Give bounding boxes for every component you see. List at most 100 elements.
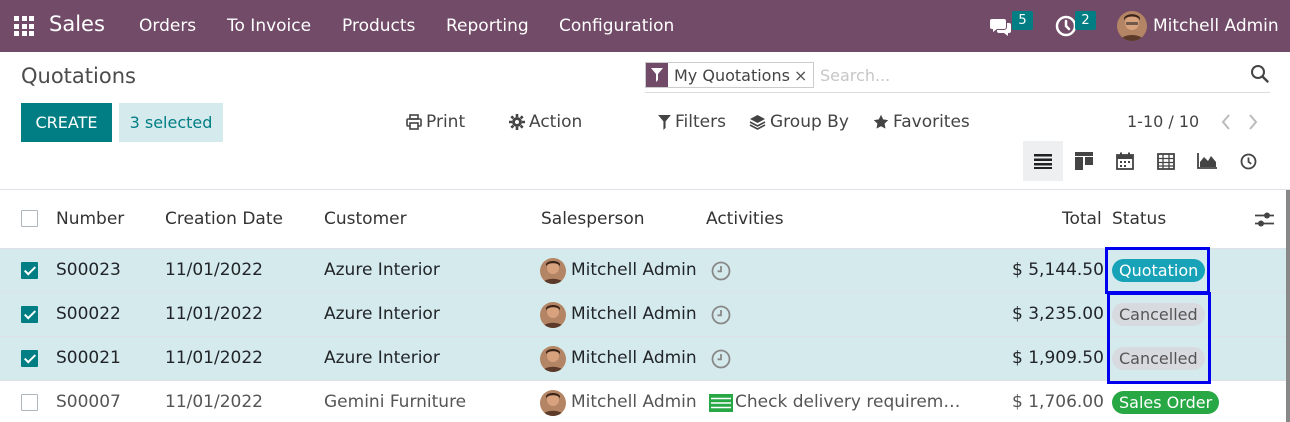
- header-total[interactable]: Total: [1062, 209, 1102, 229]
- cell-salesperson: Mitchell Admin: [571, 348, 697, 368]
- salesperson-avatar: [540, 302, 566, 328]
- print-icon: [406, 114, 422, 130]
- search-input[interactable]: [820, 63, 1240, 87]
- facet-label: My Quotations: [674, 65, 790, 85]
- menu-products[interactable]: Products: [342, 16, 415, 36]
- table-row[interactable]: S00007 11/01/2022 Gemini Furniture Mitch…: [0, 381, 1286, 422]
- favorites-button[interactable]: Favorites: [873, 111, 970, 133]
- search-facet: My Quotations ×: [645, 62, 815, 88]
- layers-icon: [749, 115, 766, 130]
- cell-activity[interactable]: Check delivery requirem…: [735, 392, 960, 412]
- user-avatar[interactable]: [1117, 11, 1147, 41]
- cell-total: $ 5,144.50: [1012, 260, 1104, 280]
- table-row[interactable]: S00022 11/01/2022 Azure Interior Mitchel…: [0, 293, 1286, 337]
- kanban-view-icon: [1075, 152, 1093, 170]
- app-name[interactable]: Sales: [49, 12, 105, 36]
- activity-view-button[interactable]: [1228, 141, 1268, 181]
- status-badge: Sales Order: [1112, 391, 1220, 414]
- activity-todo-icon[interactable]: [709, 393, 733, 413]
- cell-number: S00022: [56, 304, 121, 324]
- salesperson-avatar: [540, 258, 566, 284]
- star-icon: [873, 114, 889, 129]
- activity-clock-icon[interactable]: [711, 305, 731, 325]
- cell-date: 11/01/2022: [165, 348, 263, 368]
- optional-columns-icon[interactable]: [1255, 211, 1274, 228]
- header-customer[interactable]: Customer: [324, 209, 407, 229]
- page-title: Quotations: [21, 64, 136, 88]
- favorites-label: Favorites: [893, 112, 970, 132]
- cell-customer: Azure Interior: [324, 348, 440, 368]
- header-creation-date[interactable]: Creation Date: [165, 209, 283, 229]
- search-icon[interactable]: [1250, 64, 1270, 84]
- menu-orders[interactable]: Orders: [139, 16, 196, 36]
- clock-icon: [1240, 153, 1256, 169]
- header-salesperson[interactable]: Salesperson: [541, 209, 645, 229]
- action-label: Action: [529, 112, 583, 132]
- table-header: Number Creation Date Customer Salesperso…: [0, 190, 1286, 249]
- user-name[interactable]: Mitchell Admin: [1153, 16, 1279, 36]
- apps-menu-icon[interactable]: [14, 16, 34, 36]
- selected-count[interactable]: 3 selected: [119, 103, 223, 142]
- cell-number: S00021: [56, 348, 121, 368]
- filter-icon: [658, 114, 671, 130]
- menu-to-invoice[interactable]: To Invoice: [227, 16, 311, 36]
- cell-salesperson: Mitchell Admin: [571, 260, 697, 280]
- row-checkbox[interactable]: [21, 350, 38, 367]
- group-by-label: Group By: [770, 112, 849, 132]
- cell-total: $ 1,909.50: [1012, 348, 1104, 368]
- print-label: Print: [426, 112, 466, 132]
- cell-date: 11/01/2022: [165, 260, 263, 280]
- chevron-left-icon[interactable]: [1219, 112, 1233, 132]
- action-button[interactable]: Action: [509, 111, 582, 133]
- row-checkbox[interactable]: [21, 262, 38, 279]
- filters-button[interactable]: Filters: [658, 111, 726, 133]
- chevron-right-icon[interactable]: [1246, 112, 1260, 132]
- row-checkbox[interactable]: [21, 394, 38, 411]
- cell-customer: Azure Interior: [324, 304, 440, 324]
- list-view-button[interactable]: [1023, 141, 1063, 181]
- cell-number: S00007: [56, 392, 121, 412]
- pager-value[interactable]: 1-10 / 10: [1127, 112, 1199, 131]
- cell-total: $ 1,706.00: [1012, 392, 1104, 412]
- calendar-view-button[interactable]: [1105, 141, 1145, 181]
- select-all-checkbox[interactable]: [21, 210, 38, 227]
- menu-reporting[interactable]: Reporting: [446, 16, 529, 36]
- cell-number: S00023: [56, 260, 121, 280]
- filter-icon: [646, 63, 668, 87]
- table-grid-icon: [1157, 152, 1175, 170]
- activity-clock-icon[interactable]: [711, 261, 731, 281]
- list-view-icon: [1034, 154, 1052, 169]
- cell-total: $ 3,235.00: [1012, 304, 1104, 324]
- gear-icon: [509, 114, 525, 130]
- cell-date: 11/01/2022: [165, 304, 263, 324]
- highlight-box-quotation: [1105, 247, 1210, 294]
- cell-salesperson: Mitchell Admin: [571, 304, 697, 324]
- group-by-button[interactable]: Group By: [749, 111, 849, 133]
- header-activities[interactable]: Activities: [706, 209, 784, 229]
- top-navbar: Sales Orders To Invoice Products Reporti…: [0, 0, 1290, 52]
- filters-label: Filters: [675, 112, 726, 132]
- highlight-box-cancelled: [1107, 292, 1211, 384]
- row-checkbox[interactable]: [21, 306, 38, 323]
- header-status[interactable]: Status: [1112, 209, 1166, 229]
- scrollbar[interactable]: [1286, 190, 1290, 422]
- table-row[interactable]: S00023 11/01/2022 Azure Interior Mitchel…: [0, 249, 1286, 293]
- search-underline: [645, 92, 1270, 93]
- facet-remove-icon[interactable]: ×: [794, 66, 813, 85]
- salesperson-avatar: [540, 390, 566, 416]
- calendar-view-icon: [1116, 152, 1134, 170]
- menu-configuration[interactable]: Configuration: [559, 16, 674, 36]
- pivot-view-button[interactable]: [1146, 141, 1186, 181]
- create-button[interactable]: CREATE: [21, 103, 112, 142]
- kanban-view-button[interactable]: [1064, 141, 1104, 181]
- cell-customer: Gemini Furniture: [324, 392, 467, 412]
- table-row[interactable]: S00021 11/01/2022 Azure Interior Mitchel…: [0, 337, 1286, 381]
- print-button[interactable]: Print: [406, 111, 465, 133]
- cell-customer: Azure Interior: [324, 260, 440, 280]
- activity-clock-icon[interactable]: [711, 349, 731, 369]
- graph-view-button[interactable]: [1187, 141, 1227, 181]
- chat-bubbles-icon[interactable]: [989, 14, 1013, 38]
- messages-count-badge: 5: [1012, 11, 1033, 30]
- header-number[interactable]: Number: [56, 209, 124, 229]
- cell-salesperson: Mitchell Admin: [571, 392, 697, 412]
